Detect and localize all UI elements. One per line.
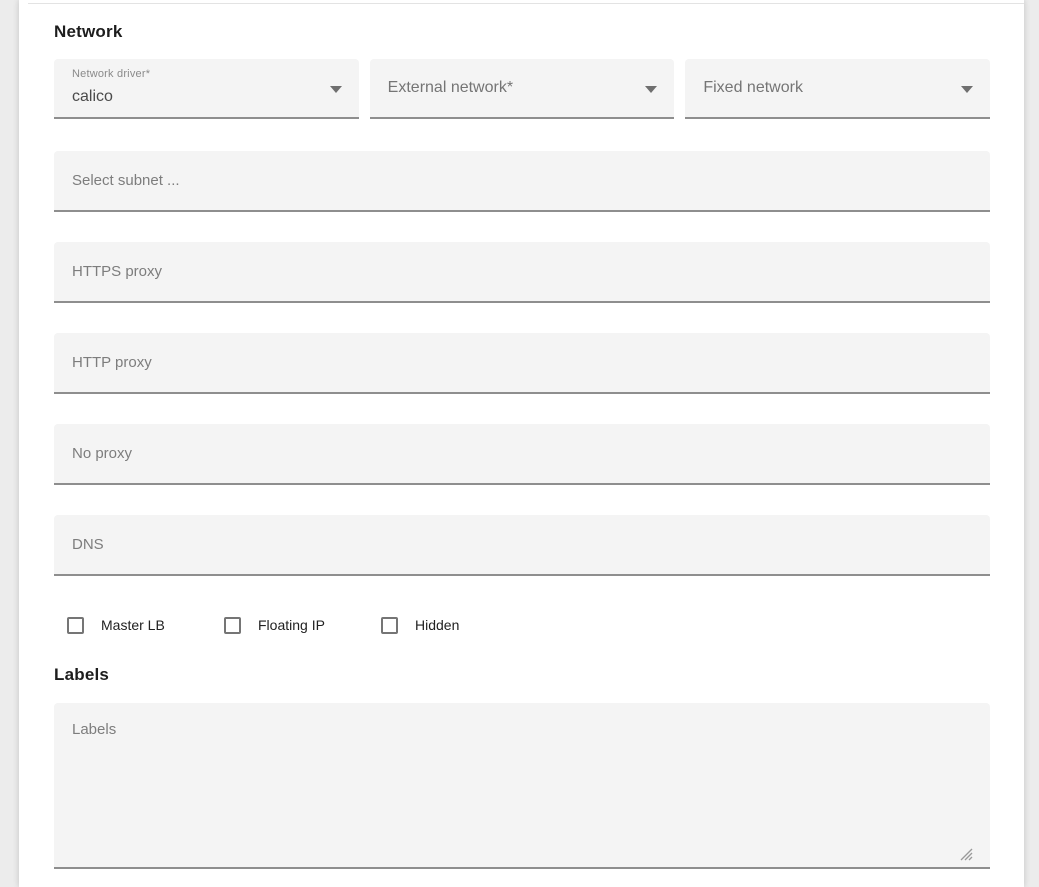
labels-section-title: Labels [54,665,990,685]
chevron-down-icon [645,86,657,93]
dns-input[interactable] [54,515,990,576]
network-driver-label: Network driver* [72,68,150,80]
https-proxy-input[interactable] [54,242,990,303]
http-proxy-input[interactable] [54,333,990,394]
fixed-network-label: Fixed network [703,79,803,97]
hidden-label: Hidden [415,617,459,633]
form-panel: Network Network driver* calico External … [19,0,1024,887]
network-section-title: Network [54,22,990,42]
external-network-select[interactable]: External network* [370,59,675,119]
floating-ip-label: Floating IP [258,617,325,633]
network-select-row: Network driver* calico External network*… [54,59,990,119]
floating-ip-checkbox[interactable] [224,617,241,634]
network-driver-select[interactable]: Network driver* calico [54,59,359,119]
labels-textarea-wrap [54,703,990,869]
labels-textarea[interactable] [54,703,990,869]
subnet-select-input[interactable] [54,151,990,212]
master-lb-label: Master LB [101,617,165,633]
chevron-down-icon [961,86,973,93]
network-driver-value: calico [72,88,113,106]
master-lb-checkbox[interactable] [67,617,84,634]
panel-top-divider [28,3,1024,4]
hidden-checkbox[interactable] [381,617,398,634]
no-proxy-input[interactable] [54,424,990,485]
form-content: Network Network driver* calico External … [19,0,990,869]
fixed-network-select[interactable]: Fixed network [685,59,990,119]
floating-ip-checkbox-group[interactable]: Floating IP [224,617,381,634]
chevron-down-icon [330,86,342,93]
external-network-label: External network* [388,79,513,97]
hidden-checkbox-group[interactable]: Hidden [381,617,538,634]
checkbox-row: Master LB Floating IP Hidden [67,616,990,634]
master-lb-checkbox-group[interactable]: Master LB [67,617,224,634]
